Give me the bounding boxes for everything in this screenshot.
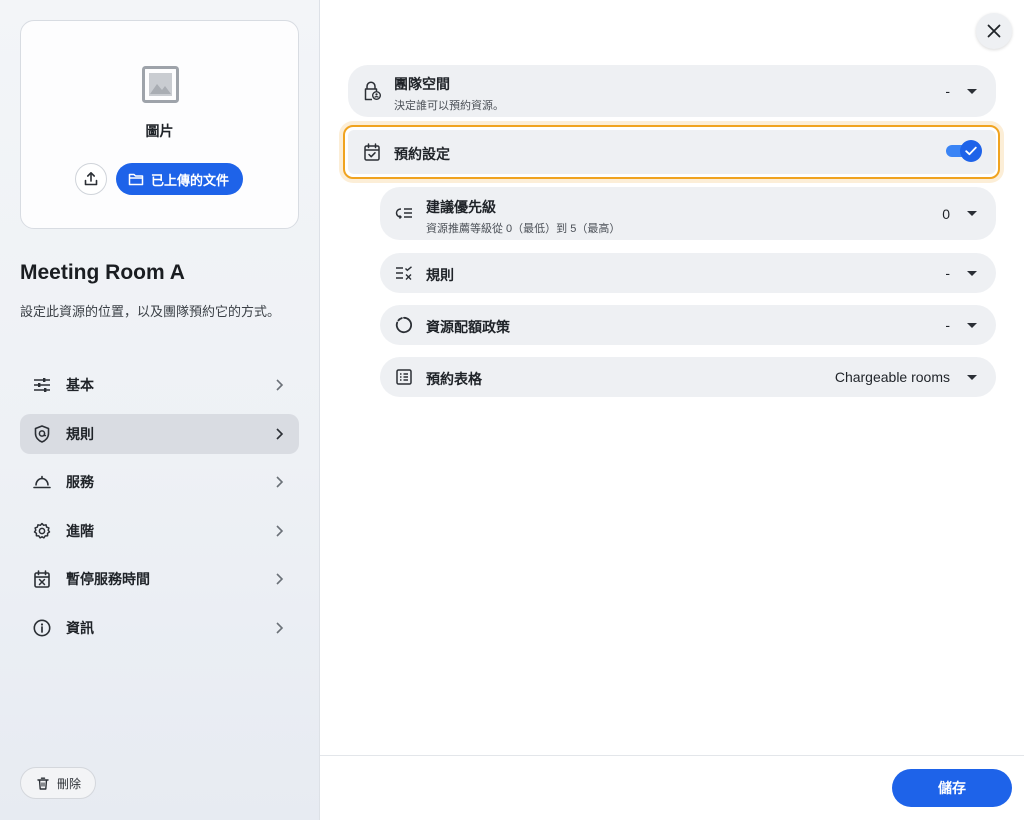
chevron-right-icon: [276, 379, 284, 391]
quota-policy-value: -: [945, 317, 950, 333]
booking-form-row[interactable]: 預約表格 Chargeable rooms: [380, 357, 996, 397]
settings-nav: 基本 規則 服務 進階 暫停服務時間 資訊: [20, 365, 299, 656]
team-space-value: -: [945, 83, 950, 99]
folder-icon: [128, 173, 144, 186]
team-space-text: 團隊空間 決定誰可以預約資源。: [394, 74, 504, 113]
delete-button[interactable]: 刪除: [20, 767, 97, 799]
rules-title: 規則: [426, 267, 454, 283]
caret-down-icon: [967, 89, 977, 94]
nav-item-advanced[interactable]: 進階: [20, 511, 299, 551]
chevron-right-icon: [276, 427, 284, 440]
upload-icon: [84, 172, 98, 186]
caret-down-icon: [967, 375, 977, 380]
resource-settings-dialog: 圖片 已上傳的文件 Meeting Room A 設定此資源的位置，以及團隊預約…: [0, 0, 1024, 820]
nav-item-info[interactable]: 資訊: [20, 608, 299, 648]
delete-label: 刪除: [57, 776, 82, 791]
booking-form-value: Chargeable rooms: [834, 369, 950, 385]
suggested-priority-subtitle: 資源推薦等級從 0（最低）到 5（最高）: [426, 223, 621, 235]
uploaded-docs-button[interactable]: 已上傳的文件: [116, 163, 244, 195]
nav-item-label: 規則: [66, 425, 94, 442]
service-bell-icon: [32, 472, 52, 492]
caret-down-icon: [967, 271, 977, 276]
resource-description: 設定此資源的位置，以及團隊預約它的方式。: [20, 304, 281, 319]
nav-item-label: 暫停服務時間: [66, 571, 150, 587]
team-space-row[interactable]: 團隊空間 決定誰可以預約資源。 -: [348, 65, 996, 117]
nav-item-label: 進階: [66, 522, 94, 539]
uploaded-docs-label: 已上傳的文件: [151, 172, 230, 188]
nav-item-rules[interactable]: 規則: [20, 413, 299, 454]
close-icon: [987, 24, 1001, 38]
chevron-right-icon: [276, 621, 284, 634]
lock-person-icon: [362, 81, 382, 101]
trash-icon: [37, 777, 49, 790]
chevron-right-icon: [276, 524, 284, 537]
suggested-priority-row[interactable]: 建議優先級 資源推薦等級從 0（最低）到 5（最高） 0: [380, 187, 996, 240]
image-card: 圖片 已上傳的文件: [20, 20, 299, 229]
image-label: 圖片: [145, 123, 174, 139]
booking-settings-title: 預約設定: [394, 146, 450, 162]
form-list-icon: [394, 367, 414, 387]
booking-form-title: 預約表格: [426, 371, 482, 387]
booking-settings-toggle[interactable]: [946, 140, 982, 162]
sidebar: 圖片 已上傳的文件 Meeting Room A 設定此資源的位置，以及團隊預約…: [0, 0, 320, 820]
rules-row[interactable]: 規則 -: [380, 253, 996, 293]
nav-item-label: 服務: [66, 474, 94, 490]
calendar-x-icon: [32, 569, 52, 589]
chevron-right-icon: [276, 573, 284, 585]
main-panel: 團隊空間 決定誰可以預約資源。 - 預約設定 建議優先級 資源推薦等級從 0（最…: [320, 0, 1024, 820]
suggested-priority-text: 建議優先級 資源推薦等級從 0（最低）到 5（最高）: [426, 197, 620, 236]
quota-policy-row[interactable]: 資源配額政策 -: [380, 305, 996, 345]
suggested-priority-title: 建議優先級: [426, 199, 496, 215]
booking-settings-row[interactable]: 預約設定: [348, 130, 996, 174]
toggle-knob: [960, 140, 982, 162]
rules-list-icon: [394, 263, 414, 283]
caret-down-icon: [967, 323, 977, 328]
nav-item-out-of-service[interactable]: 暫停服務時間: [20, 559, 299, 599]
nav-item-basic[interactable]: 基本: [20, 365, 299, 405]
team-space-title: 團隊空間: [394, 76, 450, 92]
close-button[interactable]: [976, 13, 1012, 49]
calendar-check-icon: [362, 142, 382, 162]
shield-icon: [32, 424, 52, 444]
upload-button[interactable]: [75, 163, 107, 195]
nav-item-label: 基本: [66, 377, 94, 393]
gear-icon: [32, 521, 52, 541]
caret-down-icon: [967, 211, 977, 216]
quota-policy-title: 資源配額政策: [426, 319, 510, 335]
checkmark-icon: [965, 146, 977, 156]
nav-item-label: 資訊: [66, 619, 94, 636]
suggested-priority-value: 0: [942, 206, 950, 222]
info-icon: [32, 618, 52, 638]
footer: 儲存: [320, 755, 1024, 820]
save-button[interactable]: 儲存: [892, 769, 1012, 807]
chevron-right-icon: [276, 476, 284, 488]
image-placeholder-icon: [142, 66, 179, 103]
team-space-subtitle: 決定誰可以預約資源。: [394, 100, 504, 112]
priority-icon: [394, 204, 414, 224]
nav-item-services[interactable]: 服務: [20, 462, 299, 502]
sliders-icon: [32, 375, 52, 395]
resource-title: Meeting Room A: [20, 261, 185, 284]
quota-circle-icon: [394, 315, 414, 335]
rules-value: -: [945, 265, 950, 281]
